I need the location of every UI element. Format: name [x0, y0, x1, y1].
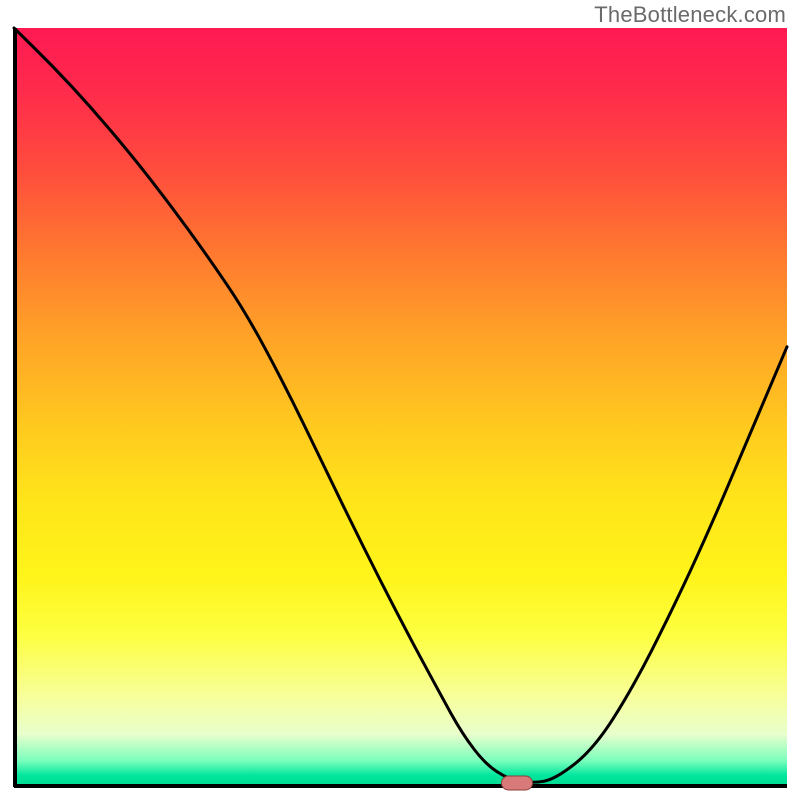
plot-area: [14, 28, 787, 787]
bottleneck-curve: [14, 28, 787, 787]
optimal-marker: [501, 776, 533, 791]
curve-path: [14, 28, 787, 782]
attribution-label: TheBottleneck.com: [594, 2, 786, 28]
chart-container: TheBottleneck.com: [0, 0, 800, 800]
